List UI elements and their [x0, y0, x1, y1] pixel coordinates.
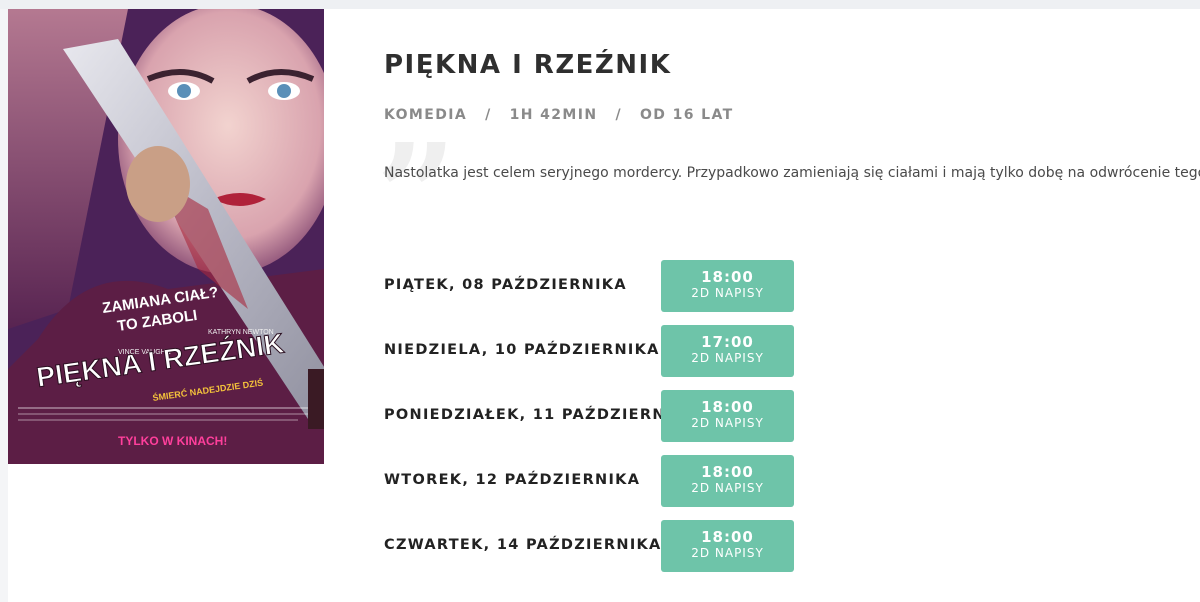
showtime-button[interactable]: 18:00 2D NAPISY: [661, 520, 794, 572]
showing-day: CZWARTEK, 14 PAŹDZIERNIKA: [384, 537, 662, 553]
showing-day: WTOREK, 12 PAŹDZIERNIKA: [384, 472, 641, 488]
showing-row: PIĄTEK, 08 PAŹDZIERNIKA 18:00 2D NAPISY: [384, 260, 804, 314]
movie-description: Nastolatka jest celem seryjnego mordercy…: [384, 165, 1200, 181]
showtime-format: 2D NAPISY: [691, 416, 764, 430]
showtime-time: 18:00: [701, 398, 754, 416]
poster-artwork: ZAMIANA CIAŁ? TO ZABOLI VINCE VAUGHN KAT…: [8, 9, 324, 464]
showing-day: PONIEDZIAŁEK, 11 PAŹDZIERNIKA: [384, 407, 698, 423]
showing-row: NIEDZIELA, 10 PAŹDZIERNIKA 17:00 2D NAPI…: [384, 325, 804, 379]
quote-icon: ”: [376, 114, 457, 278]
showtime-time: 18:00: [701, 528, 754, 546]
showtime-button[interactable]: 18:00 2D NAPISY: [661, 390, 794, 442]
meta-separator: /: [485, 107, 492, 123]
showtime-format: 2D NAPISY: [691, 351, 764, 365]
showtime-format: 2D NAPISY: [691, 481, 764, 495]
movie-title: PIĘKNA I RZEŹNIK: [384, 50, 672, 80]
top-strip: [0, 0, 1200, 9]
showing-day: NIEDZIELA, 10 PAŹDZIERNIKA: [384, 342, 660, 358]
showtime-format: 2D NAPISY: [691, 286, 764, 300]
showtime-time: 18:00: [701, 268, 754, 286]
showing-row: CZWARTEK, 14 PAŹDZIERNIKA 18:00 2D NAPIS…: [384, 520, 804, 574]
showtime-button[interactable]: 18:00 2D NAPISY: [661, 455, 794, 507]
showtime-button[interactable]: 18:00 2D NAPISY: [661, 260, 794, 312]
showtime-button[interactable]: 17:00 2D NAPISY: [661, 325, 794, 377]
movie-duration: 1H 42MIN: [509, 107, 598, 123]
showtime-time: 17:00: [701, 333, 754, 351]
meta-separator: /: [615, 107, 622, 123]
showing-row: WTOREK, 12 PAŹDZIERNIKA 18:00 2D NAPISY: [384, 455, 804, 509]
poster-cta: TYLKO W KINACH!: [118, 434, 227, 448]
showing-day: PIĄTEK, 08 PAŹDZIERNIKA: [384, 277, 627, 293]
left-gutter: [0, 9, 8, 602]
showing-row: PONIEDZIAŁEK, 11 PAŹDZIERNIKA 18:00 2D N…: [384, 390, 804, 444]
showtime-time: 18:00: [701, 463, 754, 481]
movie-poster: ZAMIANA CIAŁ? TO ZABOLI VINCE VAUGHN KAT…: [8, 9, 324, 464]
showtime-format: 2D NAPISY: [691, 546, 764, 560]
movie-age-rating: OD 16 LAT: [640, 107, 734, 123]
